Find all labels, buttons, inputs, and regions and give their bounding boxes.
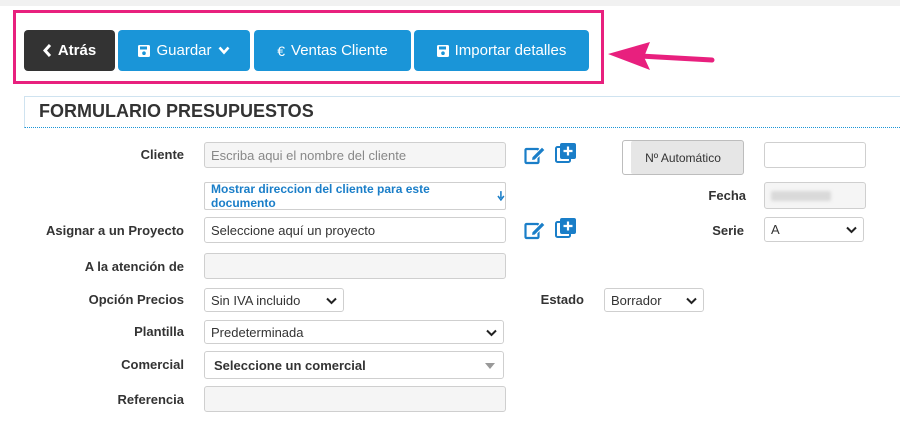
add-project-icon[interactable] [555, 217, 577, 239]
page-title: FORMULARIO PRESUPUESTOS [39, 101, 314, 121]
pointer-arrow-annotation [608, 42, 715, 70]
plantilla-value: Predeterminada [211, 324, 304, 340]
import-details-button[interactable]: Importar detalles [414, 30, 589, 71]
opcion-precios-select[interactable]: Sin IVA incluido [204, 288, 344, 312]
chevron-down-icon [846, 226, 857, 234]
opcion-precios-value: Sin IVA incluido [211, 292, 301, 308]
edit-icon[interactable] [524, 145, 546, 165]
plantilla-label: Plantilla [134, 324, 184, 339]
chevron-left-icon [42, 44, 51, 57]
chevron-down-icon [218, 46, 229, 55]
estado-select[interactable]: Borrador [604, 288, 704, 312]
proyecto-input[interactable]: Seleccione aquí un proyecto [204, 217, 506, 243]
fecha-label: Fecha [708, 188, 746, 203]
save-button-label: Guardar [156, 42, 212, 59]
referencia-input[interactable] [204, 386, 506, 412]
opcion-precios-label: Opción Precios [88, 292, 184, 307]
cliente-placeholder: Escriba aqui el nombre del cliente [211, 147, 407, 163]
cliente-label: Cliente [140, 147, 184, 162]
customer-sales-label: Ventas Cliente [291, 42, 388, 59]
caret-down-icon [485, 363, 495, 369]
customer-sales-button[interactable]: € Ventas Cliente [254, 30, 411, 71]
euro-icon: € [277, 42, 286, 59]
date-value-redacted [771, 190, 831, 201]
show-client-address-label: Mostrar direccion del cliente para este … [211, 182, 430, 210]
serie-label: Serie [712, 223, 744, 238]
add-new-icon[interactable] [555, 142, 577, 164]
floppy-disk-icon [436, 44, 449, 57]
proyecto-label: Asignar a un Proyecto [46, 223, 184, 238]
estado-label: Estado [540, 292, 584, 307]
edit-project-icon[interactable] [524, 220, 546, 240]
back-button-label: Atrás [57, 42, 97, 59]
proyecto-value: Seleccione aquí un proyecto [211, 222, 376, 238]
show-client-address-link[interactable]: Mostrar direccion del cliente para este … [204, 182, 506, 210]
referencia-label: Referencia [117, 392, 184, 407]
plantilla-select[interactable]: Predeterminada [204, 320, 504, 344]
serie-select[interactable]: A [764, 217, 864, 242]
chevron-down-icon [326, 297, 337, 305]
chevron-down-icon [686, 297, 697, 305]
comercial-value: Seleccione un comercial [214, 357, 366, 373]
document-number-input[interactable] [764, 142, 866, 168]
atencion-label: A la atención de [84, 259, 184, 274]
arrow-down-icon [497, 191, 505, 201]
automatic-number-toggle[interactable]: Nº Automático [622, 140, 744, 175]
top-strip [0, 0, 900, 6]
atencion-input[interactable] [204, 253, 506, 279]
estado-value: Borrador [611, 292, 662, 308]
cliente-input[interactable]: Escriba aqui el nombre del cliente [204, 142, 506, 168]
import-details-label: Importar detalles [454, 42, 567, 59]
comercial-select[interactable]: Seleccione un comercial [204, 351, 504, 379]
back-button[interactable]: Atrás [24, 30, 115, 71]
floppy-disk-icon [138, 44, 151, 57]
chevron-down-icon [486, 329, 497, 337]
comercial-label: Comercial [121, 357, 184, 372]
fecha-input[interactable] [764, 182, 866, 209]
save-button[interactable]: Guardar [118, 30, 250, 71]
serie-value: A [771, 222, 780, 237]
